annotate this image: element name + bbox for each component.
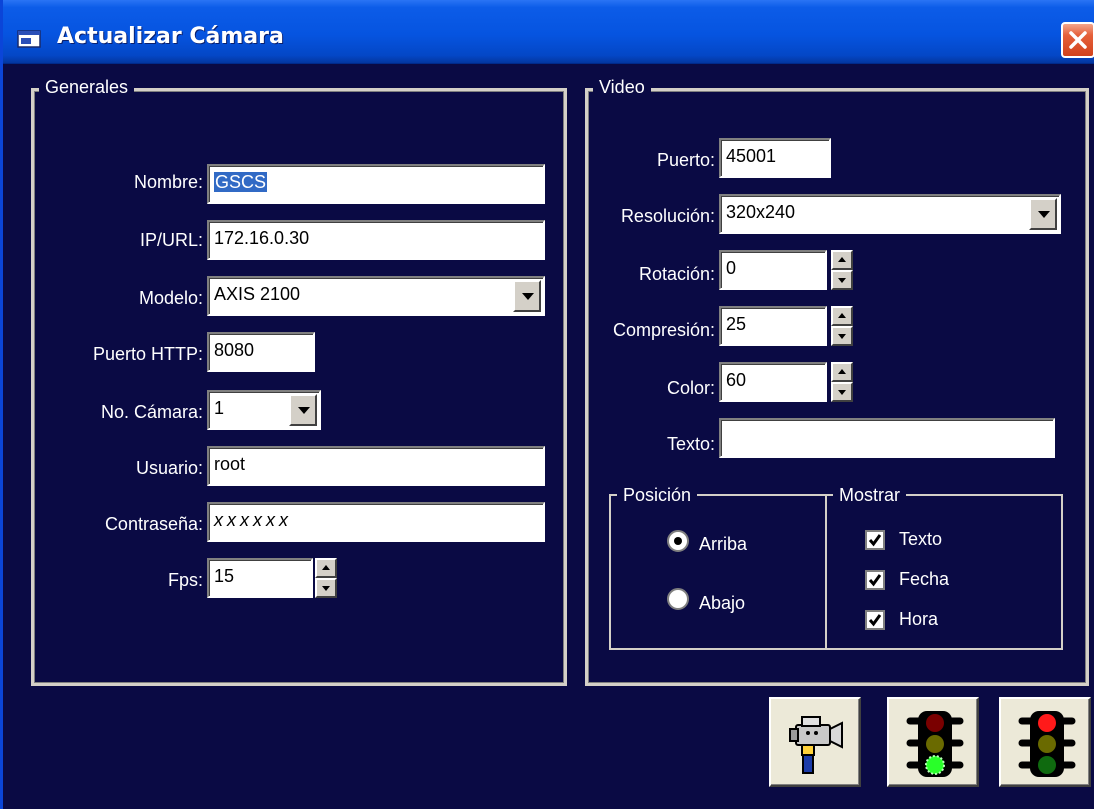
generales-legend: Generales bbox=[39, 76, 135, 98]
close-icon bbox=[1069, 31, 1087, 49]
posicion-group bbox=[609, 494, 827, 650]
resolucion-label: Resolución: bbox=[620, 206, 715, 226]
start-button[interactable] bbox=[887, 697, 979, 787]
fps-down-arrow-icon[interactable] bbox=[315, 578, 337, 598]
video-camera-icon bbox=[789, 716, 843, 774]
checkmark-icon bbox=[868, 614, 882, 627]
modelo-dropdown[interactable]: AXIS 2100 bbox=[207, 276, 545, 316]
compresion-up-arrow-icon[interactable] bbox=[831, 306, 853, 326]
nombre-label: Nombre: bbox=[133, 172, 203, 192]
contrasena-masked-value: xxxxxx bbox=[214, 510, 292, 530]
abajo-radio[interactable] bbox=[667, 588, 689, 610]
contrasena-field[interactable]: xxxxxx bbox=[207, 502, 545, 542]
video-legend: Video bbox=[593, 76, 651, 98]
compresion-field[interactable]: 25 bbox=[719, 306, 827, 346]
resolucion-value: 320x240 bbox=[726, 202, 796, 222]
window-title: Actualizar Cámara bbox=[57, 24, 284, 49]
stop-button[interactable] bbox=[999, 697, 1091, 787]
close-button[interactable] bbox=[1061, 22, 1094, 58]
compresion-down-arrow-icon[interactable] bbox=[831, 326, 853, 346]
texto-checkbox[interactable] bbox=[865, 530, 885, 550]
usuario-field[interactable]: root bbox=[207, 446, 545, 486]
color-label: Color: bbox=[666, 378, 715, 398]
contrasena-label: Contraseña: bbox=[104, 514, 203, 534]
no-camara-value: 1 bbox=[214, 398, 225, 418]
dialog-window: Actualizar Cámara Generales Nombre: GSCS… bbox=[0, 0, 1094, 809]
checkmark-icon bbox=[868, 534, 882, 547]
texto-label: Texto: bbox=[666, 434, 715, 454]
abajo-label[interactable]: Abajo bbox=[699, 592, 745, 614]
rotacion-label: Rotación: bbox=[638, 264, 715, 284]
color-field[interactable]: 60 bbox=[719, 362, 827, 402]
ip-field[interactable]: 172.16.0.30 bbox=[207, 220, 545, 260]
camera-button[interactable] bbox=[769, 697, 861, 787]
rotacion-up-arrow-icon[interactable] bbox=[831, 250, 853, 270]
puerto-http-field[interactable]: 8080 bbox=[207, 332, 315, 372]
color-up-arrow-icon[interactable] bbox=[831, 362, 853, 382]
modelo-label: Modelo: bbox=[138, 288, 203, 308]
no-camara-dropdown[interactable]: 1 bbox=[207, 390, 321, 430]
nombre-field[interactable]: GSCS bbox=[207, 164, 545, 204]
texto-field[interactable] bbox=[719, 418, 1055, 458]
title-bar[interactable]: Actualizar Cámara bbox=[3, 0, 1094, 64]
checkmark-icon bbox=[868, 574, 882, 587]
no-camara-label: No. Cámara: bbox=[100, 402, 203, 422]
mostrar-legend: Mostrar bbox=[833, 484, 907, 506]
traffic-light-red-icon bbox=[1018, 711, 1076, 777]
fecha-check-label[interactable]: Fecha bbox=[899, 568, 949, 590]
arriba-radio[interactable] bbox=[667, 530, 689, 552]
no-camara-dropdown-arrow-icon[interactable] bbox=[289, 394, 317, 426]
compresion-spinner[interactable] bbox=[831, 306, 853, 346]
usuario-label: Usuario: bbox=[135, 458, 203, 478]
puerto-http-label: Puerto HTTP: bbox=[92, 344, 203, 364]
resolucion-dropdown-arrow-icon[interactable] bbox=[1029, 198, 1057, 230]
window-app-icon bbox=[17, 30, 43, 50]
modelo-dropdown-arrow-icon[interactable] bbox=[513, 280, 541, 312]
texto-check-label[interactable]: Texto bbox=[899, 528, 942, 550]
color-spinner[interactable] bbox=[831, 362, 853, 402]
rotacion-spinner[interactable] bbox=[831, 250, 853, 290]
nombre-value: GSCS bbox=[214, 172, 268, 192]
posicion-legend: Posición bbox=[617, 484, 698, 506]
puerto-field[interactable]: 45001 bbox=[719, 138, 831, 178]
fps-label: Fps: bbox=[167, 570, 203, 590]
fecha-checkbox[interactable] bbox=[865, 570, 885, 590]
fps-up-arrow-icon[interactable] bbox=[315, 558, 337, 578]
arriba-label[interactable]: Arriba bbox=[699, 533, 747, 555]
color-down-arrow-icon[interactable] bbox=[831, 382, 853, 402]
rotacion-field[interactable]: 0 bbox=[719, 250, 827, 290]
puerto-label: Puerto: bbox=[656, 150, 715, 170]
hora-check-label[interactable]: Hora bbox=[899, 608, 938, 630]
compresion-label: Compresión: bbox=[612, 320, 715, 340]
fps-field[interactable]: 15 bbox=[207, 558, 313, 598]
hora-checkbox[interactable] bbox=[865, 610, 885, 630]
ip-label: IP/URL: bbox=[139, 230, 203, 250]
resolucion-dropdown[interactable]: 320x240 bbox=[719, 194, 1061, 234]
fps-spinner[interactable] bbox=[315, 558, 337, 598]
traffic-light-green-icon bbox=[906, 711, 964, 777]
rotacion-down-arrow-icon[interactable] bbox=[831, 270, 853, 290]
modelo-value: AXIS 2100 bbox=[214, 284, 301, 304]
dialog-client-area: Generales Nombre: GSCS IP/URL: 172.16.0.… bbox=[3, 64, 1094, 809]
